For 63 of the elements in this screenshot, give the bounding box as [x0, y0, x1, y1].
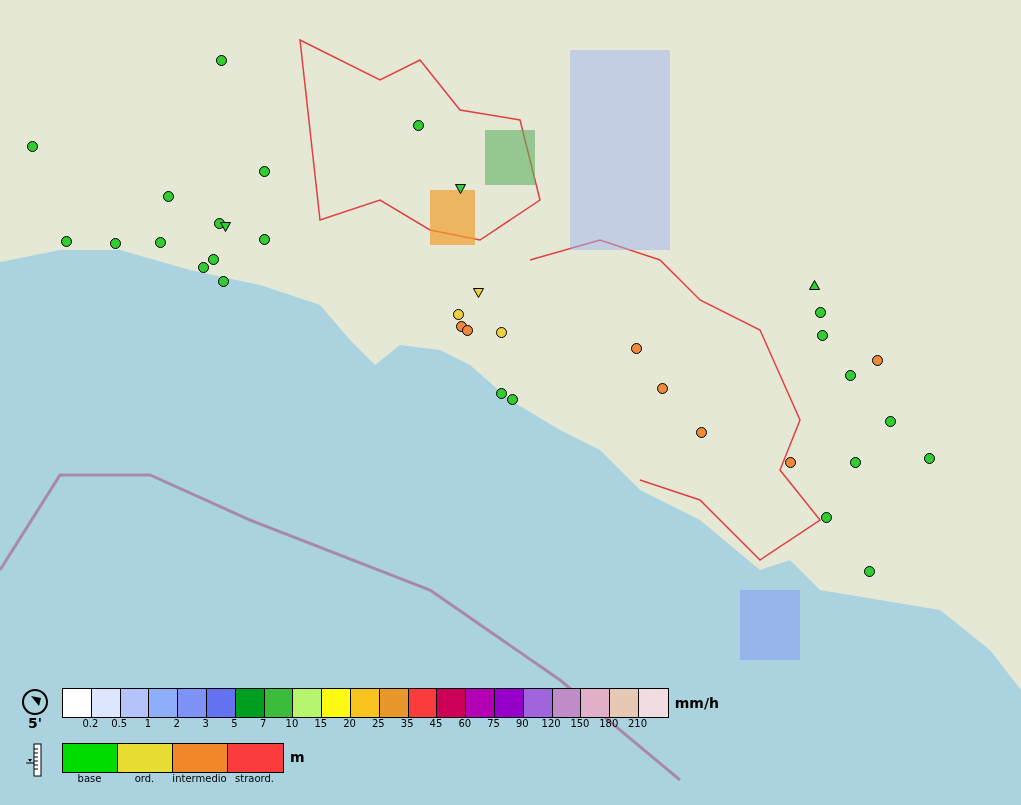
station-marker[interactable]	[631, 343, 642, 354]
station-marker[interactable]	[110, 238, 121, 249]
station-marker[interactable]	[864, 566, 875, 577]
tick-label: 15	[313, 718, 329, 731]
station-marker[interactable]	[259, 166, 270, 177]
station-marker[interactable]	[220, 222, 231, 232]
tick-label: 20	[342, 718, 357, 731]
station-marker[interactable]	[872, 355, 883, 366]
tick-label: 150	[569, 718, 591, 731]
station-marker[interactable]	[696, 427, 707, 438]
tick-label: 60	[457, 718, 473, 731]
station-marker[interactable]	[453, 309, 464, 320]
station-marker[interactable]	[809, 280, 820, 290]
station-marker[interactable]	[496, 327, 507, 338]
station-marker[interactable]	[462, 325, 473, 336]
unit-label: m	[290, 748, 305, 767]
tick-label: 210	[627, 718, 649, 731]
tick-label: 180	[598, 718, 620, 731]
station-marker[interactable]	[208, 254, 219, 265]
tick-label: 5	[230, 718, 239, 731]
station-marker[interactable]	[885, 416, 896, 427]
station-marker[interactable]	[413, 120, 424, 131]
station-marker[interactable]	[216, 55, 227, 66]
tick-label: 1	[143, 718, 153, 731]
unit-label: mm/h	[674, 693, 719, 713]
station-marker[interactable]	[198, 262, 209, 273]
tick-label: 7	[259, 718, 268, 731]
tick-label: 3	[201, 718, 210, 731]
station-marker[interactable]	[845, 370, 856, 381]
station-marker[interactable]	[924, 453, 935, 464]
level-label: straord.	[234, 772, 275, 785]
tick-label: 10	[284, 718, 300, 731]
station-marker[interactable]	[507, 394, 518, 405]
tick-label: 120	[540, 718, 562, 731]
level-label: ord.	[133, 772, 156, 785]
tick-label: 0.2	[81, 718, 100, 731]
station-marker[interactable]	[61, 236, 72, 247]
station-marker[interactable]	[815, 307, 826, 318]
station-marker[interactable]	[155, 237, 166, 248]
station-marker[interactable]	[27, 141, 38, 152]
tick-label: 25	[371, 718, 386, 731]
station-marker[interactable]	[821, 512, 832, 523]
station-marker[interactable]	[163, 191, 174, 202]
gauge-icon	[21, 688, 49, 716]
tick-label: 35	[399, 718, 415, 731]
level-label: intermedio	[172, 772, 227, 785]
station-marker[interactable]	[817, 330, 828, 341]
tick-label: 2	[172, 718, 181, 731]
station-marker[interactable]	[473, 288, 484, 298]
level-label: base	[76, 772, 103, 785]
station-marker[interactable]	[259, 234, 270, 245]
station-marker[interactable]	[785, 457, 796, 468]
interval-label: 5'	[28, 716, 42, 730]
station-marker[interactable]	[850, 457, 861, 468]
tick-label: 75	[486, 718, 501, 731]
station-marker[interactable]	[218, 276, 229, 287]
tick-label: 90	[515, 718, 530, 731]
water-gauge-icon	[25, 742, 45, 777]
station-marker[interactable]	[657, 383, 668, 394]
station-marker[interactable]	[455, 184, 466, 194]
tick-label: 45	[428, 718, 444, 731]
station-marker[interactable]	[496, 388, 507, 399]
tick-label: 0.5	[110, 718, 129, 731]
